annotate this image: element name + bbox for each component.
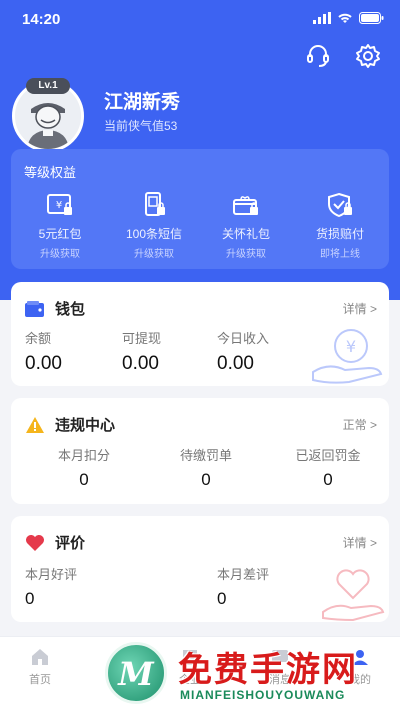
perk-label: 关怀礼包 bbox=[221, 227, 270, 241]
wallet-withdrawable: 可提现 0.00 bbox=[122, 328, 161, 375]
battery-icon bbox=[359, 12, 384, 24]
stat-value: 0.00 bbox=[122, 353, 159, 374]
stat-value: 0 bbox=[217, 589, 227, 608]
home-icon bbox=[32, 649, 48, 665]
stat-value: 0 bbox=[25, 589, 35, 608]
violation-header: 违规中心 bbox=[25, 414, 115, 435]
review-details-link[interactable]: 详情 > bbox=[343, 534, 377, 551]
stat-label: 本月扣分 bbox=[57, 448, 110, 463]
wallet-balance: 余额 0.00 bbox=[25, 328, 62, 375]
perk-status: 升级获取 bbox=[40, 249, 80, 260]
violation-status-link[interactable]: 正常 > bbox=[343, 416, 377, 433]
perk-status: 即将上线 bbox=[320, 249, 360, 260]
violation-center-card[interactable]: 违规中心 正常 > 本月扣分 0 待缴罚单 0 已返回罚金 0 bbox=[11, 398, 389, 504]
stat-value: 0 bbox=[323, 470, 333, 489]
tab-label: 首页 bbox=[29, 674, 51, 686]
wallet-icon bbox=[25, 300, 44, 317]
stat-value: 0 bbox=[201, 470, 211, 489]
level-perks-panel: 等级权益 ¥ 5元红包 升级获取 100条短信 升级获取 关怀礼包 升级获取 货… bbox=[11, 149, 389, 269]
red-packet-icon: ¥ bbox=[47, 194, 72, 215]
perk-cargo-compensation[interactable]: 货损赔付 即将上线 bbox=[293, 191, 387, 260]
violation-refunded-fines: 已返回罚金 0 bbox=[275, 445, 381, 490]
review-card[interactable]: 评价 详情 > 本月好评 0 本月差评 0 bbox=[11, 516, 389, 622]
user-points-subtitle: 当前侠气值53 bbox=[104, 119, 178, 133]
svg-text:¥: ¥ bbox=[346, 337, 356, 356]
stat-label: 已返回罚金 bbox=[295, 448, 361, 463]
wallet-details-link[interactable]: 详情 > bbox=[343, 300, 377, 317]
stat-value: 0 bbox=[79, 470, 89, 489]
svg-text:¥: ¥ bbox=[56, 200, 62, 211]
watermark-logo-letter: M bbox=[118, 655, 154, 693]
customer-service-icon[interactable] bbox=[304, 42, 332, 70]
violation-title: 违规中心 bbox=[55, 417, 116, 434]
review-good-this-month: 本月好评 0 bbox=[25, 564, 77, 609]
signal-icon bbox=[313, 12, 331, 24]
stat-label: 今日收入 bbox=[217, 331, 270, 346]
tab-home[interactable]: 首页 bbox=[0, 647, 80, 687]
perk-status: 升级获取 bbox=[134, 249, 174, 260]
review-header: 评价 bbox=[25, 532, 85, 553]
money-hand-illustration: ¥ bbox=[312, 329, 383, 384]
perk-label: 货损赔付 bbox=[315, 227, 364, 241]
wifi-icon bbox=[338, 13, 352, 23]
violation-points-deducted: 本月扣分 0 bbox=[31, 445, 137, 490]
status-icons bbox=[313, 12, 384, 24]
wallet-header: 钱包 bbox=[25, 298, 85, 319]
heart-hand-illustration bbox=[322, 569, 385, 622]
heart-icon bbox=[26, 534, 44, 551]
level-badge: Lv.1 bbox=[26, 78, 70, 94]
perk-label: 5元红包 bbox=[38, 227, 82, 241]
wallet-title: 钱包 bbox=[55, 301, 86, 318]
watermark-subtitle: MIANFEISHOUYOUWANG bbox=[180, 688, 346, 702]
stat-label: 本月好评 bbox=[25, 567, 78, 582]
wallet-card[interactable]: 钱包 详情 > 余额 0.00 可提现 0.00 今日收入 0.00 ¥ bbox=[11, 282, 389, 386]
review-title: 评价 bbox=[55, 535, 86, 552]
status-time: 14:20 bbox=[22, 11, 61, 28]
shield-check-icon bbox=[328, 192, 352, 218]
perk-status: 升级获取 bbox=[226, 249, 266, 260]
watermark-logo: M bbox=[105, 642, 167, 704]
perk-label: 100条短信 bbox=[125, 227, 183, 241]
sms-icon bbox=[145, 192, 165, 216]
perk-gift[interactable]: 关怀礼包 升级获取 bbox=[199, 191, 293, 260]
watermark-overlay: M 免费手游网 MIANFEISHOUYOUWANG bbox=[100, 638, 400, 711]
stat-label: 余额 bbox=[25, 331, 52, 346]
stat-label: 待缴罚单 bbox=[179, 448, 232, 463]
perk-red-packet[interactable]: ¥ 5元红包 升级获取 bbox=[13, 191, 107, 260]
user-nickname: 江湖新秀 bbox=[104, 92, 181, 113]
settings-gear-icon[interactable] bbox=[354, 42, 382, 70]
review-bad-this-month: 本月差评 0 bbox=[217, 564, 269, 609]
status-bar: 14:20 bbox=[0, 0, 400, 38]
wallet-today-income: 今日收入 0.00 bbox=[217, 328, 269, 375]
header-actions bbox=[304, 42, 382, 70]
stat-value: 0.00 bbox=[25, 353, 62, 374]
perk-sms[interactable]: 100条短信 升级获取 bbox=[107, 191, 201, 260]
stat-label: 可提现 bbox=[122, 331, 162, 346]
stat-label: 本月差评 bbox=[217, 567, 270, 582]
gift-icon bbox=[233, 196, 258, 215]
violation-pending-fines: 待缴罚单 0 bbox=[153, 445, 259, 490]
warning-icon bbox=[26, 416, 44, 433]
watermark-title: 免费手游网 bbox=[178, 650, 358, 690]
perks-title: 等级权益 bbox=[24, 165, 77, 180]
stat-value: 0.00 bbox=[217, 353, 254, 374]
